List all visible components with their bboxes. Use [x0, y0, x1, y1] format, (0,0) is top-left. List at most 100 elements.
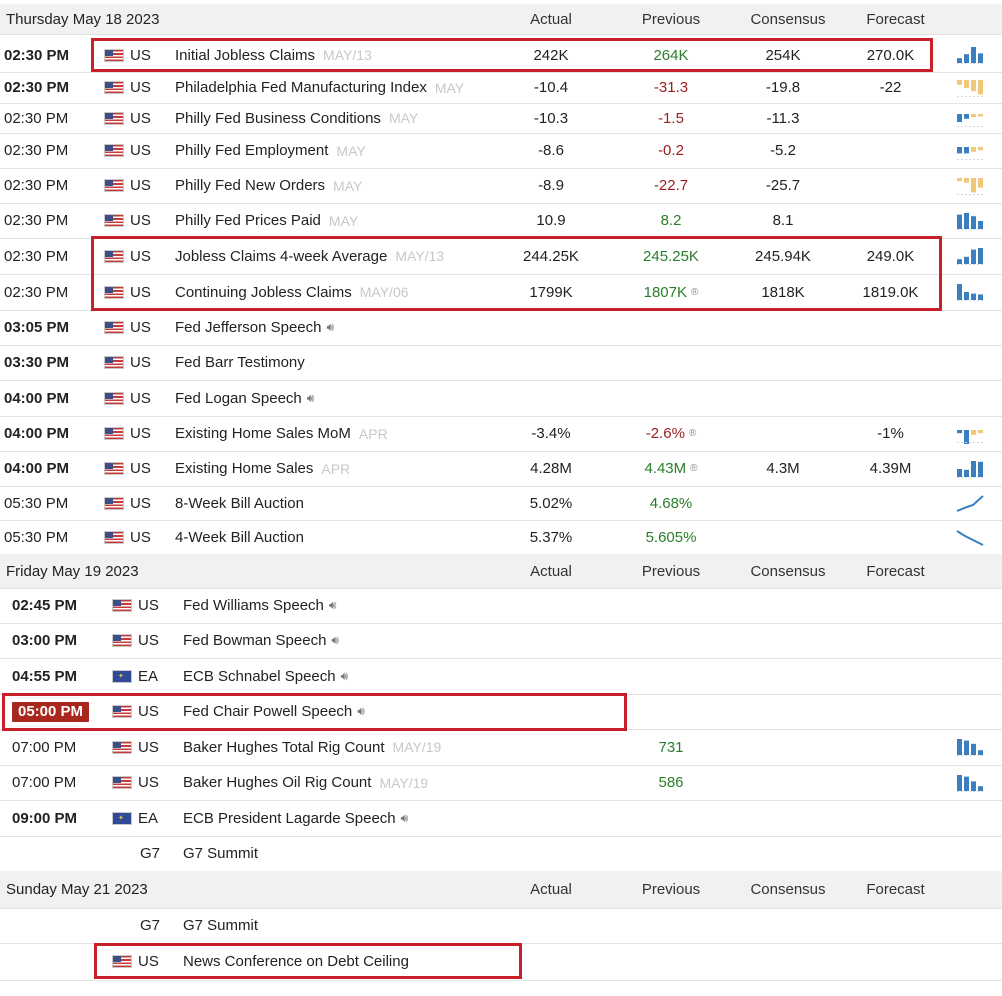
event-name[interactable]: ECB Schnabel Speech — [183, 668, 336, 685]
event-row[interactable]: US News Conference on Debt Ceiling — [0, 943, 1002, 981]
value-consensus: -19.8 — [728, 72, 838, 103]
event-name[interactable]: Continuing Jobless Claims — [175, 284, 352, 301]
spark-bar — [971, 460, 976, 477]
event-name[interactable]: Fed Barr Testimony — [175, 354, 305, 371]
event-time: 03:05 PM — [4, 310, 69, 345]
time-text: 03:00 PM — [12, 632, 78, 649]
column-header-consensus: Consensus — [728, 871, 848, 908]
event-row[interactable]: 02:30 PM US Philly Fed New Orders MAY -8.9 -2… — [0, 168, 1002, 204]
sparkline-icon[interactable] — [955, 773, 985, 793]
sparkline-icon[interactable] — [955, 424, 985, 444]
spark-bar — [978, 53, 983, 63]
event-country: US — [104, 451, 151, 486]
event-name[interactable]: Baker Hughes Total Rig Count — [183, 739, 385, 756]
event-row[interactable]: 03:00 PM US Fed Bowman Speech 🔊︎ — [0, 623, 1002, 659]
consensus-value: 245.94K — [755, 247, 811, 265]
sparkline-icon[interactable] — [955, 282, 985, 302]
event-name[interactable]: G7 Summit — [183, 845, 258, 862]
consensus-value: -11.3 — [766, 109, 800, 127]
event-name[interactable]: Fed Jefferson Speech — [175, 319, 321, 336]
sparkline-icon[interactable] — [955, 141, 985, 161]
sparkline-icon[interactable] — [955, 527, 985, 547]
event-name-cell: ECB Schnabel Speech 🔊︎ — [183, 658, 348, 694]
event-period: MAY — [328, 212, 359, 229]
value-previous: 4.68% — [620, 486, 722, 520]
event-row[interactable]: 02:45 PM US Fed Williams Speech 🔊︎ — [0, 588, 1002, 624]
event-name-cell: Philly Fed Prices Paid MAY — [175, 203, 358, 238]
consensus-value: -5.2 — [770, 142, 796, 159]
actual-value: 244.25K — [523, 247, 579, 265]
event-name[interactable]: Initial Jobless Claims — [175, 47, 315, 64]
event-row[interactable]: 05:30 PM US 8-Week Bill Auction 5.02% 4.68% — [0, 486, 1002, 521]
event-name[interactable]: Fed Chair Powell Speech — [183, 703, 352, 720]
event-row[interactable]: 02:30 PM US Jobless Claims 4-week Average M… — [0, 238, 1002, 275]
event-row[interactable]: 03:05 PM US Fed Jefferson Speech 🔊︎ — [0, 310, 1002, 346]
value-previous: 245.25K — [620, 238, 722, 274]
event-row[interactable]: G7 G7 Summit — [0, 836, 1002, 872]
event-name[interactable]: 8-Week Bill Auction — [175, 495, 304, 512]
event-row[interactable]: 04:00 PM US Existing Home Sales MoM APR -3.4… — [0, 416, 1002, 452]
event-row[interactable]: 04:00 PM US Existing Home Sales APR 4.28M 4.4… — [0, 451, 1002, 487]
value-consensus: 254K — [728, 38, 838, 72]
event-row[interactable]: 05:00 PM US Fed Chair Powell Speech 🔊︎ — [0, 694, 1002, 730]
actual-value: 10.9 — [536, 212, 566, 229]
event-name-cell: Fed Barr Testimony — [175, 345, 305, 380]
event-country: EA — [112, 658, 158, 694]
sparkline-icon[interactable] — [955, 45, 985, 65]
sparkline-icon[interactable] — [955, 493, 985, 513]
sparkline-icon[interactable] — [955, 459, 985, 479]
event-period: MAY/13 — [395, 248, 445, 264]
event-row[interactable]: 02:30 PM US Philly Fed Employment MAY -8.6 -0… — [0, 133, 1002, 169]
sparkline-icon[interactable] — [955, 176, 985, 196]
country-code: US — [130, 46, 151, 64]
event-name[interactable]: Existing Home Sales — [175, 460, 313, 477]
event-row[interactable]: 02:30 PM US Philly Fed Business Conditions… — [0, 103, 1002, 134]
event-country: US — [104, 345, 151, 380]
event-name[interactable]: G7 Summit — [183, 917, 258, 934]
event-name[interactable]: Philly Fed New Orders — [175, 177, 325, 194]
event-row[interactable]: 09:00 PM EA ECB President Lagarde Speech 🔊︎ — [0, 800, 1002, 837]
spark-bar — [964, 429, 969, 444]
event-row[interactable]: G7 G7 Summit — [0, 908, 1002, 944]
event-name[interactable]: Fed Williams Speech — [183, 597, 324, 614]
event-row[interactable]: 05:30 PM US 4-Week Bill Auction 5.37% 5.605% — [0, 520, 1002, 555]
event-name[interactable]: Philly Fed Business Conditions — [175, 110, 381, 127]
event-name[interactable]: Jobless Claims 4-week Average — [175, 248, 387, 265]
event-name[interactable]: ECB President Lagarde Speech — [183, 810, 396, 827]
sparkline-icon[interactable] — [955, 246, 985, 266]
sparkline-icon[interactable] — [955, 737, 985, 757]
spark-bar — [978, 146, 983, 150]
sparkline-icon[interactable] — [955, 108, 985, 128]
event-row[interactable]: 07:00 PM US Baker Hughes Oil Rig Count MAY/… — [0, 765, 1002, 801]
event-name[interactable]: Philly Fed Prices Paid — [175, 212, 321, 229]
spark-bar — [964, 776, 969, 791]
event-row[interactable]: 03:30 PM US Fed Barr Testimony — [0, 345, 1002, 381]
event-name[interactable]: Existing Home Sales MoM — [175, 425, 351, 442]
event-name[interactable]: News Conference on Debt Ceiling — [183, 953, 409, 970]
event-name[interactable]: Fed Bowman Speech — [183, 632, 326, 649]
us-flag-icon — [104, 530, 124, 544]
us-flag-icon — [104, 427, 124, 440]
sparkline-icon[interactable] — [955, 211, 985, 231]
sparkline-icon[interactable] — [955, 78, 985, 98]
event-name[interactable]: Philly Fed Employment — [175, 142, 328, 159]
event-row[interactable]: 02:30 PM US Continuing Jobless Claims MAY/0… — [0, 274, 1002, 311]
event-name[interactable]: 4-Week Bill Auction — [175, 529, 304, 546]
previous-value: 5.605% — [645, 528, 697, 546]
event-row[interactable]: 04:55 PM EA ECB Schnabel Speech 🔊︎ — [0, 658, 1002, 695]
country-code: EA — [138, 809, 159, 827]
day-header: Friday May 19 2023 Actual Previous Consensu… — [0, 554, 1002, 589]
event-name[interactable]: Fed Logan Speech — [175, 390, 302, 407]
event-row[interactable]: 02:30 PM US Initial Jobless Claims MAY/13 24… — [0, 38, 1002, 73]
column-header-previous: Previous — [620, 4, 722, 34]
spark-bar — [978, 785, 983, 791]
event-row[interactable]: 07:00 PM US Baker Hughes Total Rig Count MA… — [0, 729, 1002, 766]
event-name[interactable]: Baker Hughes Oil Rig Count — [183, 774, 371, 791]
us-flag-icon — [112, 599, 132, 612]
event-name[interactable]: Philadelphia Fed Manufacturing Index — [175, 79, 427, 96]
event-row[interactable]: 02:30 PM US Philadelphia Fed Manufacturing… — [0, 72, 1002, 104]
time-text: 04:00 PM — [4, 425, 70, 442]
event-row[interactable]: 02:30 PM US Philly Fed Prices Paid MAY 10.9 8… — [0, 203, 1002, 239]
event-row[interactable]: 04:00 PM US Fed Logan Speech 🔊︎ — [0, 380, 1002, 417]
spark-bar — [978, 750, 983, 755]
